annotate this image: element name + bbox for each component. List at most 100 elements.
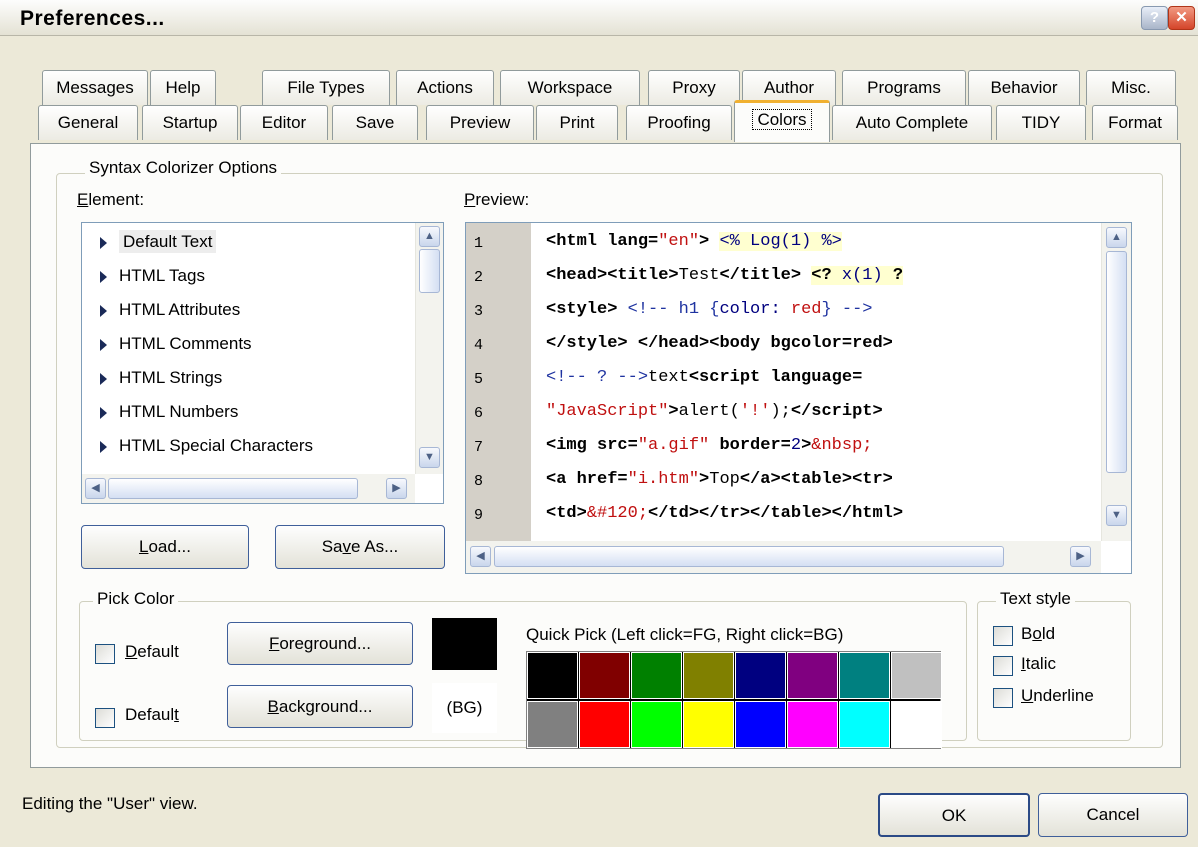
quick-pick-swatch[interactable] <box>735 701 786 748</box>
tab-behavior[interactable]: Behavior <box>968 70 1080 105</box>
list-item[interactable]: HTML Strings <box>100 361 400 395</box>
list-item[interactable]: Default Text <box>100 225 400 259</box>
tab-general[interactable]: General <box>38 105 138 140</box>
quick-pick-swatch[interactable] <box>891 652 942 699</box>
quick-pick-swatch[interactable] <box>891 701 942 748</box>
code-line: <head><title>Test</title> <? x(1) ? <box>546 266 904 285</box>
code-line: <style> <!-- h1 {color: red} --> <box>546 300 873 319</box>
load-button[interactable]: Load... <box>81 525 249 569</box>
foreground-button[interactable]: Foreground... <box>227 622 413 665</box>
tab-misc[interactable]: Misc. <box>1086 70 1176 105</box>
tab-panel: Syntax Colorizer Options Element: Defaul… <box>30 143 1181 768</box>
preview-pane: 1 2 3 4 5 6 7 8 9 <html lang="en"> <% Lo… <box>465 222 1132 574</box>
scroll-thumb[interactable] <box>494 546 1004 567</box>
line-number: 3 <box>474 303 484 320</box>
default-fg-label: Default <box>125 642 179 661</box>
code-line: <td>&#120;</td></tr></table></html> <box>546 504 904 523</box>
quick-pick-swatch[interactable] <box>683 652 734 699</box>
tab-programs[interactable]: Programs <box>842 70 966 105</box>
ok-button[interactable]: OK <box>878 793 1030 837</box>
quick-pick-swatch[interactable] <box>787 701 838 748</box>
code-line: <!-- ? -->text<script language= <box>546 368 863 387</box>
quick-pick-swatch[interactable] <box>839 652 890 699</box>
line-number: 1 <box>474 235 484 252</box>
background-button[interactable]: Background... <box>227 685 413 728</box>
default-bg-checkbox[interactable] <box>95 708 115 728</box>
default-fg-checkbox[interactable] <box>95 644 115 664</box>
quick-pick-swatch[interactable] <box>631 701 682 748</box>
quick-pick-swatch[interactable] <box>579 701 630 748</box>
window-title: Preferences... <box>20 7 165 30</box>
scroll-down-icon[interactable]: ▼ <box>419 447 440 468</box>
tab-preview[interactable]: Preview <box>426 105 534 140</box>
preview-vscrollbar[interactable]: ▲ ▼ <box>1101 223 1131 541</box>
tab-file-types[interactable]: File Types <box>262 70 390 105</box>
tab-proxy[interactable]: Proxy <box>648 70 740 105</box>
cancel-button[interactable]: Cancel <box>1038 793 1188 837</box>
close-button[interactable]: ✕ <box>1168 6 1195 30</box>
tab-colors[interactable]: Colors <box>734 100 830 142</box>
tab-print[interactable]: Print <box>536 105 618 140</box>
list-item[interactable]: HTML Special Characters <box>100 429 400 463</box>
help-button[interactable]: ? <box>1141 6 1168 30</box>
expand-arrow-icon <box>100 440 107 453</box>
list-item[interactable]: HTML Comments <box>100 327 400 361</box>
line-number: 4 <box>474 337 484 354</box>
line-number: 2 <box>474 269 484 286</box>
pick-color-label: Pick Color <box>93 589 179 609</box>
quick-pick-swatch[interactable] <box>527 701 578 748</box>
scroll-right-icon[interactable]: ▶ <box>386 478 407 499</box>
tab-proofing[interactable]: Proofing <box>626 105 732 140</box>
default-bg-label: Default <box>125 705 179 724</box>
code-line: </style> </head><body bgcolor=red> <box>546 334 893 353</box>
quick-pick-palette[interactable] <box>526 651 942 749</box>
tab-editor[interactable]: Editor <box>240 105 328 140</box>
scroll-thumb[interactable] <box>1106 251 1127 473</box>
bold-checkbox[interactable] <box>993 626 1013 646</box>
tab-workspace[interactable]: Workspace <box>500 70 640 105</box>
scroll-up-icon[interactable]: ▲ <box>419 226 440 247</box>
quick-pick-swatch[interactable] <box>839 701 890 748</box>
quick-pick-swatch[interactable] <box>787 652 838 699</box>
quick-pick-swatch[interactable] <box>735 652 786 699</box>
tab-format[interactable]: Format <box>1092 105 1178 140</box>
scroll-thumb[interactable] <box>419 249 440 293</box>
list-item[interactable]: HTML Attributes <box>100 293 400 327</box>
code-line: <html lang="en"> <% Log(1) %> <box>546 232 842 251</box>
list-item[interactable]: HTML Tags <box>100 259 400 293</box>
bg-color-preview: (BG) <box>432 683 497 733</box>
line-number: 5 <box>474 371 484 388</box>
italic-checkbox[interactable] <box>993 656 1013 676</box>
tab-actions[interactable]: Actions <box>396 70 494 105</box>
scroll-left-icon[interactable]: ◀ <box>470 546 491 567</box>
tab-startup[interactable]: Startup <box>142 105 238 140</box>
scroll-right-icon[interactable]: ▶ <box>1070 546 1091 567</box>
element-list-hscrollbar[interactable]: ◀ ▶ <box>82 474 415 503</box>
italic-label: Italic <box>1021 654 1056 673</box>
tab-messages[interactable]: Messages <box>42 70 148 105</box>
preview-hscrollbar[interactable]: ◀ ▶ <box>466 541 1101 573</box>
syntax-group-label: Syntax Colorizer Options <box>85 158 282 178</box>
line-number: 7 <box>474 439 484 456</box>
quick-pick-swatch[interactable] <box>683 701 734 748</box>
tab-tidy[interactable]: TIDY <box>996 105 1086 140</box>
quick-pick-swatch[interactable] <box>579 652 630 699</box>
code-line: <a href="i.htm">Top</a><table><tr> <box>546 470 893 489</box>
underline-label: Underline <box>1021 686 1094 705</box>
tab-save[interactable]: Save <box>332 105 418 140</box>
scroll-left-icon[interactable]: ◀ <box>85 478 106 499</box>
quick-pick-swatch[interactable] <box>631 652 682 699</box>
tab-auto-complete[interactable]: Auto Complete <box>832 105 992 140</box>
element-list-vscrollbar[interactable]: ▲ ▼ <box>415 223 443 474</box>
underline-checkbox[interactable] <box>993 688 1013 708</box>
save-as-button[interactable]: Save As... <box>275 525 445 569</box>
element-list[interactable]: Default Text HTML Tags HTML Attributes H… <box>81 222 444 504</box>
list-item[interactable]: HTML Numbers <box>100 395 400 429</box>
tab-help[interactable]: Help <box>150 70 216 105</box>
scroll-down-icon[interactable]: ▼ <box>1106 505 1127 526</box>
quick-pick-swatch[interactable] <box>527 652 578 699</box>
quick-pick-label: Quick Pick (Left click=FG, Right click=B… <box>526 625 844 644</box>
scroll-up-icon[interactable]: ▲ <box>1106 227 1127 248</box>
scroll-thumb[interactable] <box>108 478 358 499</box>
line-number: 6 <box>474 405 484 422</box>
